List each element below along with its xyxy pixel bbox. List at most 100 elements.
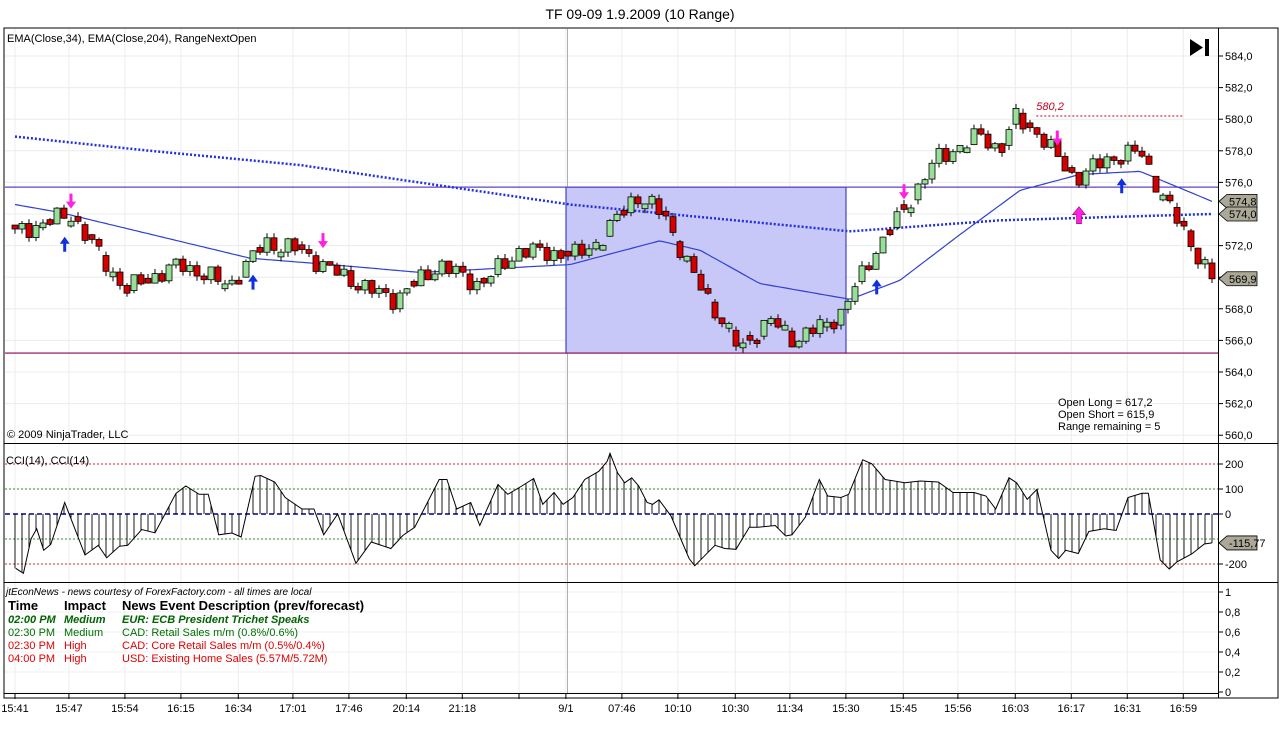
candle-down xyxy=(536,243,544,248)
news-impact: Medium xyxy=(64,627,104,639)
candle-down xyxy=(1061,156,1069,172)
candle-down xyxy=(200,275,208,281)
candle-down xyxy=(1194,247,1202,265)
col-impact: Impact xyxy=(64,598,106,613)
candle-up xyxy=(242,260,250,278)
candle-up xyxy=(1159,194,1167,201)
col-description: News Event Description (prev/forecast) xyxy=(122,598,365,613)
candle-down xyxy=(382,288,390,293)
candle-down xyxy=(1026,122,1034,129)
price-axis-label: 572,0 xyxy=(1225,241,1253,253)
candle-down xyxy=(1075,171,1083,186)
candle-up xyxy=(67,220,75,227)
news-row: 02:30 PM Medium CAD: Retail Sales m/m (0.8… xyxy=(6,627,311,640)
news-time: 02:30 PM xyxy=(8,627,56,639)
candle-up xyxy=(921,179,929,185)
candle-up xyxy=(592,241,600,250)
candle-up xyxy=(739,342,747,349)
candle-up xyxy=(340,268,348,276)
candle-up xyxy=(109,271,117,278)
candle-up xyxy=(1124,144,1132,162)
candle-up xyxy=(872,253,880,270)
candle-down xyxy=(1138,150,1146,157)
candle-down xyxy=(179,258,187,272)
candle-down xyxy=(1180,220,1188,227)
candle-up xyxy=(851,286,859,302)
cci-axis-label: -200 xyxy=(1225,559,1247,571)
candle-down xyxy=(137,274,145,285)
time-axis-label: 10:30 xyxy=(722,703,750,715)
candle-up xyxy=(571,243,579,257)
indicators-label: EMA(Close,34), EMA(Close,204), RangeNext… xyxy=(7,33,256,45)
news-axis-label: 0,2 xyxy=(1225,667,1240,679)
price-axis-label: 562,0 xyxy=(1225,399,1253,411)
time-axis-label: 07:46 xyxy=(608,703,636,715)
candle-down xyxy=(410,280,418,287)
time-axis-label: 17:01 xyxy=(279,703,307,715)
candle-up xyxy=(991,143,999,149)
candle-up xyxy=(683,255,691,262)
candle-up xyxy=(1201,259,1209,265)
open-short-text: Open Short = 615,9 xyxy=(1058,409,1154,421)
candle-down xyxy=(564,250,572,257)
news-axis-label: 0,4 xyxy=(1225,647,1240,659)
candle-down xyxy=(81,224,89,241)
candle-down xyxy=(1145,155,1153,165)
candle-up xyxy=(767,318,775,324)
candle-down xyxy=(95,239,103,247)
candle-up xyxy=(186,265,194,272)
candle-up xyxy=(879,236,887,254)
price-value-tag-label: 574,0 xyxy=(1229,209,1257,221)
candle-down xyxy=(501,258,509,269)
candle-down xyxy=(305,249,313,254)
copyright-label: © 2009 NinjaTrader, LLC xyxy=(7,429,128,441)
candle-up xyxy=(151,273,159,284)
candle-up xyxy=(606,220,614,237)
candle-up xyxy=(228,279,236,285)
news-axis-label: 0,8 xyxy=(1225,607,1240,619)
cci-axis-label: 100 xyxy=(1225,484,1243,496)
candle-down xyxy=(655,198,663,215)
candle-down xyxy=(466,273,474,291)
candle-up xyxy=(508,260,516,269)
candle-up xyxy=(263,237,271,253)
news-desc: CAD: Retail Sales m/m (0.8%/0.6%) xyxy=(122,627,299,639)
time-axis-label: 10:10 xyxy=(664,703,692,715)
candle-up xyxy=(627,196,635,214)
candle-up xyxy=(837,308,845,326)
candle-down xyxy=(144,277,152,284)
candle-up xyxy=(249,250,257,262)
time-axis-label: 15:41 xyxy=(1,703,29,715)
candle-down xyxy=(809,327,817,334)
candle-down xyxy=(676,241,684,258)
news-impact: High xyxy=(64,653,87,665)
cci-axis-label: 0 xyxy=(1225,509,1231,521)
news-row: 04:00 PM High USD: Existing Home Sales (5.… xyxy=(6,653,327,666)
candle-down xyxy=(977,128,985,135)
cci-value-tag-label: -115,77 xyxy=(1229,538,1266,550)
candle-down xyxy=(1040,133,1048,148)
candle-up xyxy=(452,265,460,274)
candle-up xyxy=(487,276,495,284)
candle-down xyxy=(1068,167,1076,173)
candle-down xyxy=(578,243,586,256)
news-source: jtEconNews - news courtesy of ForexFacto… xyxy=(6,587,312,598)
candle-up xyxy=(893,211,901,228)
price-axis-label: 582,0 xyxy=(1225,83,1253,95)
time-axis-label: 21:18 xyxy=(449,703,477,715)
candle-up xyxy=(1005,129,1013,146)
scroll-to-end-button[interactable] xyxy=(1186,36,1212,60)
news-axis-label: 1 xyxy=(1225,587,1231,599)
candle-down xyxy=(774,318,782,328)
candle-down xyxy=(620,209,628,216)
candle-up xyxy=(221,283,229,290)
candle-up xyxy=(494,258,502,275)
candle-down xyxy=(690,256,698,273)
candle-down xyxy=(942,148,950,162)
candle-up xyxy=(781,324,789,331)
candle-up xyxy=(53,207,61,225)
news-row: 02:00 PM Medium EUR: ECB President Trichet… xyxy=(6,614,311,627)
candle-up xyxy=(130,274,138,291)
candle-down xyxy=(354,286,362,291)
candle-down xyxy=(557,250,565,259)
